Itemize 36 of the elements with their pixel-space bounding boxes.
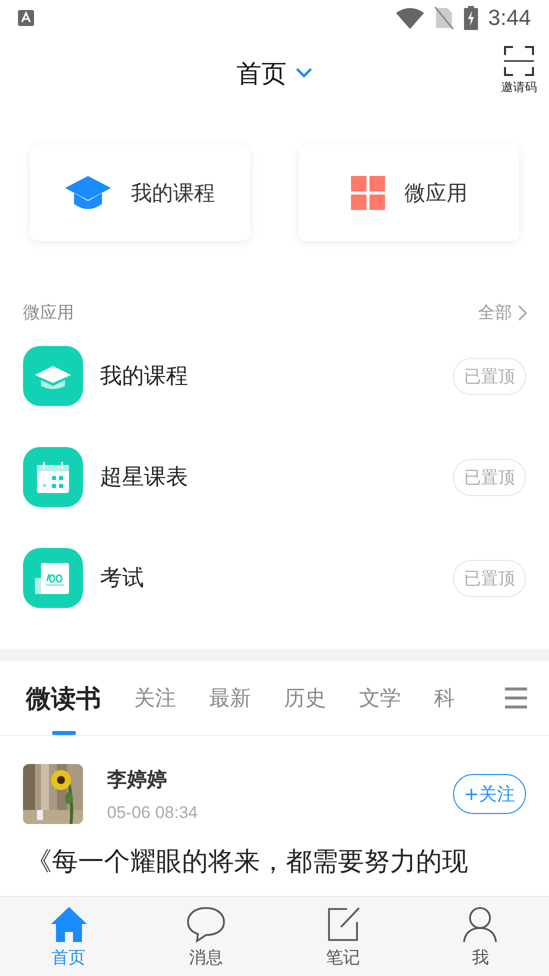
chevron-right-icon <box>518 304 527 320</box>
nav-tab[interactable]: 我 <box>412 897 549 976</box>
post-time: 05-06 08:34 <box>107 802 199 822</box>
author-name[interactable]: 李婷婷 <box>107 766 453 792</box>
page-title[interactable]: 首页 <box>236 56 286 90</box>
grid-icon <box>350 176 384 210</box>
nav-tab[interactable]: 消息 <box>137 897 274 976</box>
nav-tab[interactable]: 笔记 <box>274 897 412 976</box>
shortcut-card[interactable]: 我的课程 <box>30 145 250 241</box>
calendar-icon <box>23 447 83 507</box>
feed-tab[interactable]: 最新 <box>209 661 251 735</box>
shortcut-card[interactable]: 微应用 <box>299 145 519 241</box>
home-icon <box>48 904 89 944</box>
feed-tab[interactable]: 历史 <box>284 661 326 735</box>
score-paper-icon <box>23 548 83 608</box>
app-name[interactable]: 我的课程 <box>100 361 453 391</box>
feed-tab[interactable]: 科 <box>434 661 455 735</box>
no-sim-icon <box>434 6 454 30</box>
app-name[interactable]: 超星课表 <box>100 462 453 492</box>
section-title: 微应用 <box>23 302 74 324</box>
feed-tab[interactable]: 关注 <box>134 661 176 735</box>
status-time: 3:44 <box>488 5 531 31</box>
app-name[interactable]: 考试 <box>100 563 453 593</box>
chevron-down-icon <box>294 67 312 79</box>
feed-tab[interactable]: 文学 <box>359 661 401 735</box>
wifi-icon <box>396 7 424 29</box>
menu-icon[interactable] <box>505 687 527 709</box>
graduation-cap-icon <box>23 346 83 406</box>
post-title[interactable]: 《每一个耀眼的将来，都需要努力的现 <box>0 824 549 879</box>
feed-tab[interactable]: 微读书 <box>26 661 101 735</box>
chat-bubble-icon <box>186 904 226 944</box>
invite-code-label[interactable]: 邀请码 <box>501 79 537 96</box>
battery-icon <box>464 6 478 30</box>
graduation-cap-icon <box>65 176 111 210</box>
scan-icon[interactable] <box>504 46 534 76</box>
keyboard-icon <box>18 10 34 26</box>
